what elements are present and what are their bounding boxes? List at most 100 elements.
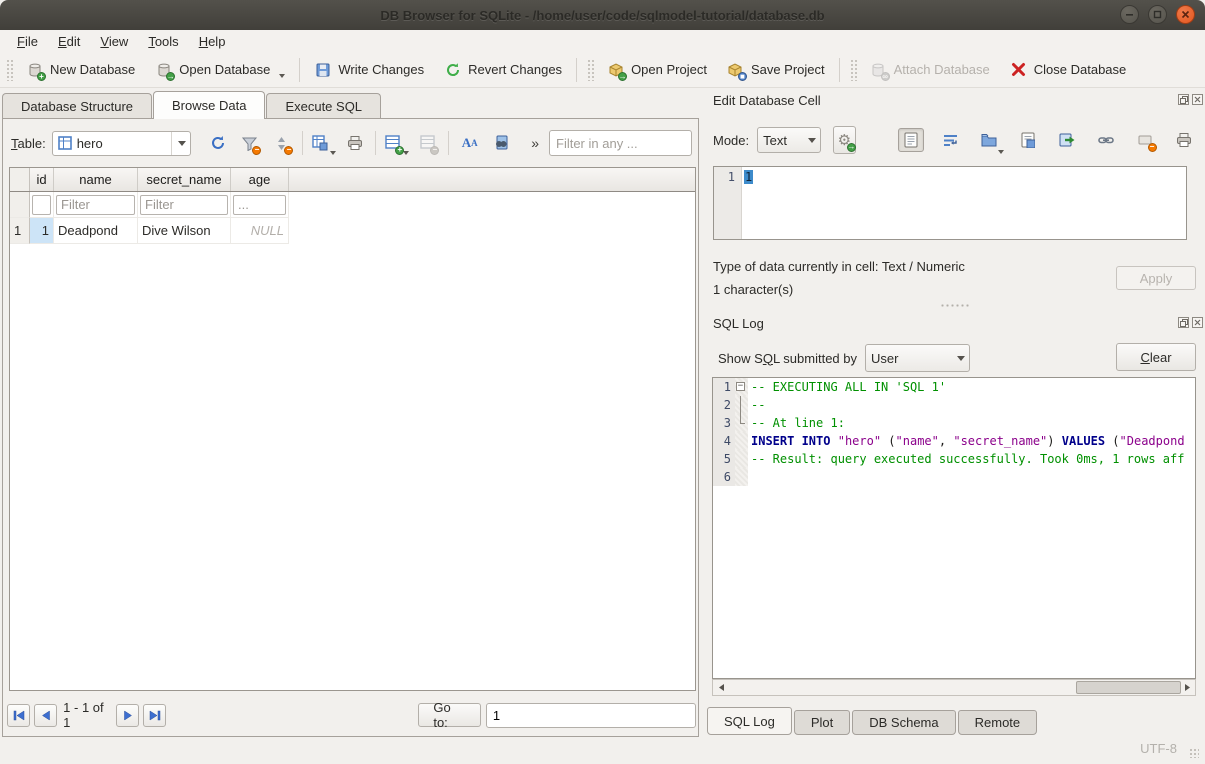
dock-close-button[interactable] bbox=[1192, 94, 1203, 105]
save-table-button[interactable] bbox=[311, 131, 336, 155]
column-header-name[interactable]: name bbox=[54, 168, 138, 191]
scroll-left-arrow[interactable] bbox=[713, 680, 729, 695]
toolbar-drag-handle[interactable] bbox=[587, 59, 594, 81]
fold-collapse-icon[interactable]: − bbox=[736, 382, 745, 391]
open-in-external-button[interactable] bbox=[1054, 128, 1080, 152]
save-project-button[interactable]: ■ Save Project bbox=[717, 56, 835, 83]
tab-db-schema[interactable]: DB Schema bbox=[852, 710, 955, 735]
tab-execute-sql[interactable]: Execute SQL bbox=[266, 93, 381, 119]
close-database-button[interactable]: Close Database bbox=[1000, 56, 1137, 83]
set-null-button[interactable]: − bbox=[1132, 128, 1158, 152]
sql-log-dock-title[interactable]: SQL Log bbox=[713, 316, 764, 331]
tab-remote[interactable]: Remote bbox=[958, 710, 1038, 735]
cell-secret-name[interactable]: Dive Wilson bbox=[138, 218, 231, 244]
column-header-age[interactable]: age bbox=[231, 168, 289, 191]
save-table-dropdown-arrow[interactable] bbox=[330, 151, 336, 155]
next-record-button[interactable] bbox=[116, 704, 139, 727]
column-header-id[interactable]: id bbox=[30, 168, 54, 191]
sql-log-editor[interactable]: 1 − -- EXECUTING ALL IN 'SQL 1' 2 -- 3 -… bbox=[712, 377, 1196, 679]
menu-edit[interactable]: Edit bbox=[49, 33, 89, 50]
toolbar-overflow-chevron[interactable]: » bbox=[527, 135, 543, 151]
main-toolbar: + New Database → Open Database Write Cha… bbox=[0, 52, 1205, 88]
cell-age[interactable]: NULL bbox=[231, 218, 289, 244]
refresh-button[interactable] bbox=[205, 131, 230, 155]
open-database-button[interactable]: → Open Database bbox=[145, 56, 295, 83]
open-project-button[interactable]: → Open Project bbox=[597, 56, 717, 83]
write-changes-button[interactable]: Write Changes bbox=[304, 56, 434, 83]
import-cell-data-button[interactable] bbox=[976, 128, 1002, 152]
menu-help[interactable]: Help bbox=[190, 33, 235, 50]
tab-sql-log[interactable]: SQL Log bbox=[707, 707, 792, 735]
submitted-by-selector[interactable]: User bbox=[865, 344, 970, 372]
copy-link-button[interactable] bbox=[1093, 128, 1119, 152]
new-database-button[interactable]: + New Database bbox=[16, 56, 145, 83]
previous-record-button[interactable] bbox=[34, 704, 57, 727]
import-dropdown-arrow[interactable] bbox=[998, 150, 1004, 154]
word-wrap-toggle[interactable] bbox=[937, 128, 963, 152]
goto-input[interactable] bbox=[486, 703, 696, 728]
find-in-cells-icon bbox=[492, 135, 509, 152]
toolbar-drag-handle[interactable] bbox=[850, 59, 857, 81]
dock-splitter-handle[interactable] bbox=[940, 303, 970, 309]
cell-name[interactable]: Deadpond bbox=[54, 218, 138, 244]
export-cell-data-button[interactable] bbox=[1015, 128, 1041, 152]
row-number[interactable]: 1 bbox=[10, 218, 30, 244]
filter-input-id[interactable] bbox=[32, 195, 51, 215]
tab-browse-data[interactable]: Browse Data bbox=[153, 91, 265, 119]
minimize-button[interactable] bbox=[1120, 5, 1139, 24]
text-document-icon bbox=[903, 132, 920, 149]
filter-input-secret-name[interactable] bbox=[140, 195, 228, 215]
corner-header[interactable] bbox=[10, 168, 30, 191]
global-filter-input[interactable] bbox=[549, 130, 692, 156]
open-database-dropdown-arrow[interactable] bbox=[279, 74, 285, 78]
revert-changes-button[interactable]: Revert Changes bbox=[434, 56, 572, 83]
log-horizontal-scrollbar[interactable] bbox=[712, 679, 1196, 696]
tab-plot[interactable]: Plot bbox=[794, 710, 850, 735]
scroll-right-arrow[interactable] bbox=[1179, 680, 1195, 695]
cell-editor[interactable]: 1 1 bbox=[713, 166, 1187, 240]
filter-input-name[interactable] bbox=[56, 195, 135, 215]
link-icon bbox=[1098, 132, 1115, 149]
scrollbar-thumb[interactable] bbox=[1076, 681, 1181, 694]
dock-close-button[interactable] bbox=[1192, 317, 1203, 328]
goto-button[interactable]: Go to: bbox=[418, 703, 480, 727]
dock-float-button[interactable] bbox=[1178, 94, 1189, 105]
resize-grip[interactable] bbox=[1189, 748, 1199, 758]
find-in-table-button[interactable] bbox=[488, 131, 513, 155]
toolbar-drag-handle[interactable] bbox=[6, 59, 13, 81]
cell-editor-line-number: 1 bbox=[714, 167, 742, 239]
mode-selector[interactable]: Text bbox=[757, 127, 821, 153]
filter-input-age[interactable] bbox=[233, 195, 286, 215]
encoding-indicator[interactable]: UTF-8 bbox=[1140, 741, 1177, 756]
maximize-button[interactable] bbox=[1148, 5, 1167, 24]
auto-format-button[interactable]: ⚙→ bbox=[833, 126, 856, 154]
menu-file[interactable]: File bbox=[8, 33, 47, 50]
print-cell-button[interactable] bbox=[1171, 128, 1197, 152]
text-view-toggle[interactable] bbox=[898, 128, 924, 152]
browse-data-panel: Table: hero − bbox=[2, 118, 699, 737]
dock-close-icon bbox=[1194, 96, 1201, 103]
clear-filters-button[interactable]: − bbox=[237, 131, 262, 155]
bottom-dock-tabs: SQL Log Plot DB Schema Remote bbox=[707, 707, 1039, 735]
menu-view[interactable]: View bbox=[91, 33, 137, 50]
close-button[interactable] bbox=[1176, 5, 1195, 24]
column-header-secret-name[interactable]: secret_name bbox=[138, 168, 231, 191]
tab-database-structure[interactable]: Database Structure bbox=[2, 93, 152, 119]
edit-cell-dock-title[interactable]: Edit Database Cell bbox=[713, 93, 821, 108]
insert-record-dropdown-arrow[interactable] bbox=[403, 151, 409, 155]
first-record-button[interactable] bbox=[7, 704, 30, 727]
font-settings-button[interactable]: AA bbox=[457, 131, 482, 155]
title-bar[interactable]: DB Browser for SQLite - /home/user/code/… bbox=[0, 0, 1205, 30]
toolbar-separator bbox=[839, 58, 840, 82]
print-table-button[interactable] bbox=[342, 131, 367, 155]
table-selector[interactable]: hero bbox=[52, 131, 192, 156]
clear-sorting-button[interactable]: − bbox=[269, 131, 294, 155]
last-record-button[interactable] bbox=[143, 704, 166, 727]
insert-record-button[interactable]: + bbox=[384, 131, 409, 155]
chevron-down-icon bbox=[957, 356, 965, 361]
clear-log-button[interactable]: Clear bbox=[1116, 343, 1196, 371]
menu-tools[interactable]: Tools bbox=[139, 33, 187, 50]
cell-id[interactable]: 1 bbox=[30, 218, 54, 244]
log-line: INSERT INTO "hero" ("name", "secret_name… bbox=[748, 432, 1185, 450]
dock-float-button[interactable] bbox=[1178, 317, 1189, 328]
